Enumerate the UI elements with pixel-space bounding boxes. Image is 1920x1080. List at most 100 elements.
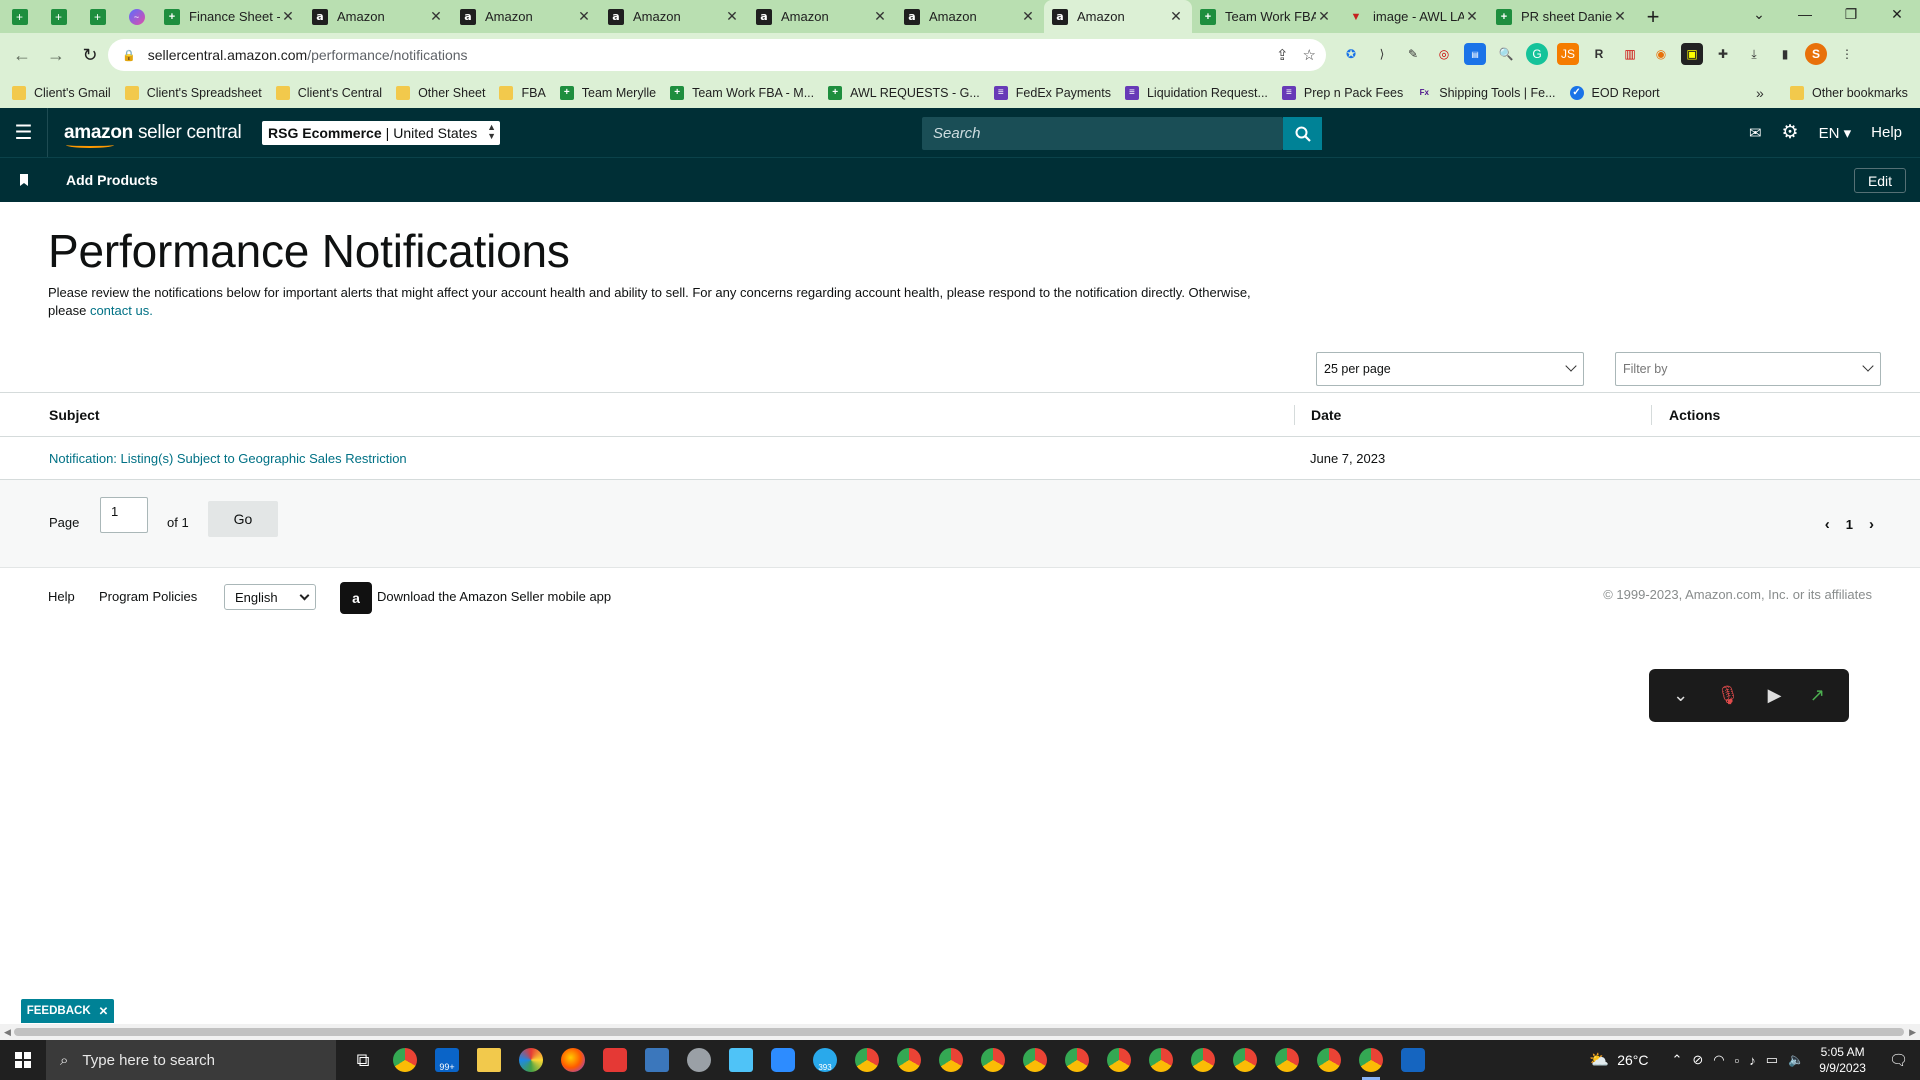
extension-icon[interactable]: 🔍 bbox=[1495, 43, 1517, 65]
scroll-right-arrow-icon[interactable]: ▶ bbox=[1909, 1027, 1916, 1038]
extension-icon[interactable]: ✎ bbox=[1402, 43, 1424, 65]
notification-subject-link[interactable]: Notification: Listing(s) Subject to Geog… bbox=[49, 437, 407, 479]
close-tab-icon[interactable]: ✕ bbox=[1020, 8, 1036, 25]
pinned-tab-messenger[interactable]: ~ bbox=[117, 0, 156, 33]
account-switcher[interactable]: RSG Ecommerce | United States ▲ ▼ bbox=[262, 121, 500, 145]
tab-6-active[interactable]: a Amazon ✕ bbox=[1044, 0, 1192, 33]
app-icon[interactable] bbox=[678, 1040, 720, 1080]
lock-icon[interactable]: 🔒 bbox=[122, 49, 136, 62]
chevron-down-icon[interactable]: ⌄ bbox=[1673, 685, 1688, 706]
video-camera-icon[interactable]: ▶ bbox=[1768, 685, 1782, 706]
chrome-profile-icon-active[interactable] bbox=[1350, 1040, 1392, 1080]
chevron-left-icon[interactable]: ‹ bbox=[1825, 516, 1830, 533]
search-button[interactable] bbox=[1283, 117, 1322, 150]
calculator-icon[interactable] bbox=[636, 1040, 678, 1080]
extension-icon[interactable]: ▣ bbox=[1681, 43, 1703, 65]
url-bar[interactable]: 🔒 sellercentral.amazon.com/performance/n… bbox=[108, 39, 1326, 71]
download-icon[interactable]: ⤓ bbox=[1743, 43, 1765, 65]
program-policies-link[interactable]: Program Policies bbox=[99, 589, 197, 604]
help-link[interactable]: Help bbox=[1871, 124, 1902, 141]
reload-button[interactable]: ↻ bbox=[74, 39, 106, 71]
chrome-profile-icon[interactable] bbox=[1266, 1040, 1308, 1080]
restore-button[interactable]: ❐ bbox=[1828, 0, 1874, 28]
bookmark-item[interactable]: + Team Merylle bbox=[559, 85, 656, 100]
bookmark-item[interactable]: + AWL REQUESTS - G... bbox=[828, 85, 980, 100]
mail-app-icon[interactable]: 99+ bbox=[426, 1040, 468, 1080]
language-selector[interactable]: EN ▾ bbox=[1819, 124, 1852, 142]
close-tab-icon[interactable]: ✕ bbox=[872, 8, 888, 25]
tab-0[interactable]: + Finance Sheet - ✕ bbox=[156, 0, 304, 33]
chrome-profile-icon[interactable] bbox=[1224, 1040, 1266, 1080]
browser-menu-icon[interactable]: ⋮ bbox=[1836, 43, 1858, 65]
firefox-icon[interactable] bbox=[552, 1040, 594, 1080]
go-button[interactable]: Go bbox=[208, 501, 278, 537]
scrollbar-thumb[interactable] bbox=[14, 1028, 1904, 1036]
page-number-input[interactable]: 1 bbox=[100, 497, 148, 533]
per-page-select[interactable]: 25 per page bbox=[1316, 352, 1584, 386]
extension-icon[interactable]: ▤ bbox=[1464, 43, 1486, 65]
seller-central-logo[interactable]: amazon seller central bbox=[64, 122, 242, 148]
filter-by-select[interactable]: Filter by bbox=[1615, 352, 1881, 386]
bookmark-item[interactable]: Client's Gmail bbox=[12, 85, 111, 100]
bookmark-icon[interactable] bbox=[0, 174, 48, 186]
bookmark-item[interactable]: ✓ EOD Report bbox=[1569, 85, 1660, 100]
chrome-icon[interactable] bbox=[384, 1040, 426, 1080]
weather-icon[interactable]: ⛅ bbox=[1589, 1050, 1609, 1070]
tab-5[interactable]: a Amazon ✕ bbox=[896, 0, 1044, 33]
back-button[interactable]: ← bbox=[6, 39, 38, 71]
hamburger-menu-icon[interactable]: ☰ bbox=[0, 108, 48, 157]
close-tab-icon[interactable]: ✕ bbox=[576, 8, 592, 25]
bookmarks-overflow-button[interactable]: » bbox=[1756, 85, 1764, 101]
windows-start-icon[interactable] bbox=[0, 1040, 46, 1080]
chrome-profile-icon[interactable] bbox=[1140, 1040, 1182, 1080]
forward-button[interactable]: → bbox=[40, 39, 72, 71]
scroll-left-arrow-icon[interactable]: ◀ bbox=[4, 1027, 11, 1038]
side-panel-icon[interactable]: ▮ bbox=[1774, 43, 1796, 65]
bookmark-item[interactable]: ≡ Liquidation Request... bbox=[1124, 85, 1268, 100]
share-icon[interactable]: ⇪ bbox=[1276, 46, 1289, 64]
show-hidden-icons-icon[interactable]: ⌃ bbox=[1671, 1052, 1682, 1068]
minimize-button[interactable]: — bbox=[1782, 0, 1828, 28]
bookmark-item[interactable]: + Team Work FBA - M... bbox=[670, 85, 814, 100]
extension-icon[interactable]: ⟩ bbox=[1371, 43, 1393, 65]
page-number[interactable]: 1 bbox=[1846, 517, 1853, 532]
extension-icon[interactable]: JS bbox=[1557, 43, 1579, 65]
tab-2[interactable]: a Amazon ✕ bbox=[452, 0, 600, 33]
taskbar-search[interactable]: ⌕ Type here to search bbox=[46, 1040, 336, 1080]
profile-avatar[interactable]: S bbox=[1805, 43, 1827, 65]
bookmark-item[interactable]: Other Sheet bbox=[396, 85, 485, 100]
footer-help-link[interactable]: Help bbox=[48, 589, 75, 604]
app-r-icon[interactable] bbox=[1392, 1040, 1434, 1080]
tab-7[interactable]: + Team Work FBA ✕ bbox=[1192, 0, 1340, 33]
grammarly-icon[interactable]: G bbox=[1526, 43, 1548, 65]
pinned-tab-sheets-3[interactable]: + bbox=[78, 0, 117, 33]
close-tab-icon[interactable]: ✕ bbox=[280, 8, 296, 25]
bookmark-star-icon[interactable]: ☆ bbox=[1303, 46, 1316, 64]
pinned-tab-sheets-2[interactable]: + bbox=[39, 0, 78, 33]
search-input[interactable]: Search bbox=[922, 117, 1283, 150]
zoom-icon[interactable] bbox=[762, 1040, 804, 1080]
chrome-profile-icon[interactable] bbox=[846, 1040, 888, 1080]
microphone-icon[interactable]: ♪ bbox=[1749, 1053, 1756, 1068]
usb-icon[interactable]: ▫ bbox=[1735, 1053, 1740, 1068]
extension-icon[interactable]: ◉ bbox=[1650, 43, 1672, 65]
new-tab-button[interactable]: + bbox=[1636, 0, 1670, 33]
volume-icon[interactable]: 🔈 bbox=[1788, 1052, 1804, 1068]
chrome-profile-icon[interactable] bbox=[1308, 1040, 1350, 1080]
chrome-profile-icon[interactable] bbox=[1098, 1040, 1140, 1080]
network-off-icon[interactable]: ⊘ bbox=[1692, 1052, 1703, 1068]
chrome-profile-icon[interactable] bbox=[972, 1040, 1014, 1080]
chrome-profile-icon[interactable] bbox=[1014, 1040, 1056, 1080]
feedback-button[interactable]: FEEDBACK ✕ bbox=[21, 999, 114, 1023]
chrome-profile-icon[interactable] bbox=[930, 1040, 972, 1080]
chrome-profile-icon[interactable] bbox=[888, 1040, 930, 1080]
settings-gear-icon[interactable]: ⚙ bbox=[1782, 121, 1799, 144]
download-app-link[interactable]: Download the Amazon Seller mobile app bbox=[377, 589, 611, 604]
bookmark-item[interactable]: Fx Shipping Tools | Fe... bbox=[1417, 86, 1556, 100]
extension-icon[interactable]: ◎ bbox=[1433, 43, 1455, 65]
app-icon[interactable] bbox=[510, 1040, 552, 1080]
chrome-profile-icon[interactable] bbox=[1182, 1040, 1224, 1080]
other-bookmarks[interactable]: Other bookmarks bbox=[1790, 77, 1908, 108]
battery-icon[interactable]: ▭ bbox=[1766, 1052, 1778, 1068]
notepad-icon[interactable] bbox=[720, 1040, 762, 1080]
